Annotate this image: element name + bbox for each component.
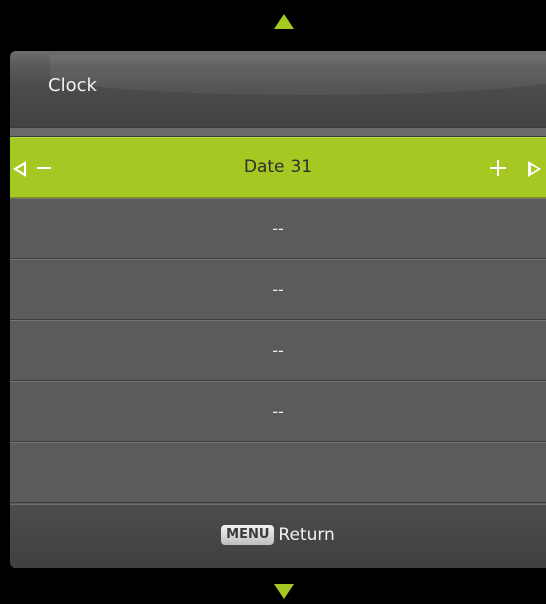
- menu-item[interactable]: --: [10, 198, 546, 259]
- menu-item[interactable]: --: [10, 381, 546, 442]
- minus-icon[interactable]: [37, 167, 51, 169]
- menu-item-date[interactable]: Date 31: [10, 137, 546, 198]
- clock-menu-panel: Clock Date 31 -- -- -- -- MENU Return: [10, 51, 546, 568]
- header-divider: [10, 128, 546, 137]
- menu-item-label: Date: [243, 157, 285, 177]
- menu-footer: MENU Return: [10, 504, 546, 568]
- return-label: Return: [278, 525, 335, 545]
- footer-hint: MENU Return: [10, 525, 546, 545]
- screen: { "menu": { "title": "Clock" }, "selecte…: [0, 0, 546, 604]
- menu-item[interactable]: --: [10, 320, 546, 381]
- plus-icon[interactable]: [490, 160, 506, 176]
- header-sheen: [50, 55, 546, 95]
- arrow-right-icon-inner: [531, 165, 538, 173]
- menu-item[interactable]: --: [10, 259, 546, 320]
- menu-header: Clock: [10, 51, 546, 128]
- menu-title: Clock: [48, 75, 97, 96]
- menu-item-value: 31: [290, 157, 313, 177]
- arrow-left-icon-inner: [17, 165, 24, 173]
- scroll-up-icon[interactable]: [274, 14, 294, 29]
- menu-item-empty: [10, 442, 546, 503]
- menu-key-badge[interactable]: MENU: [221, 525, 275, 545]
- scroll-down-icon[interactable]: [274, 584, 294, 599]
